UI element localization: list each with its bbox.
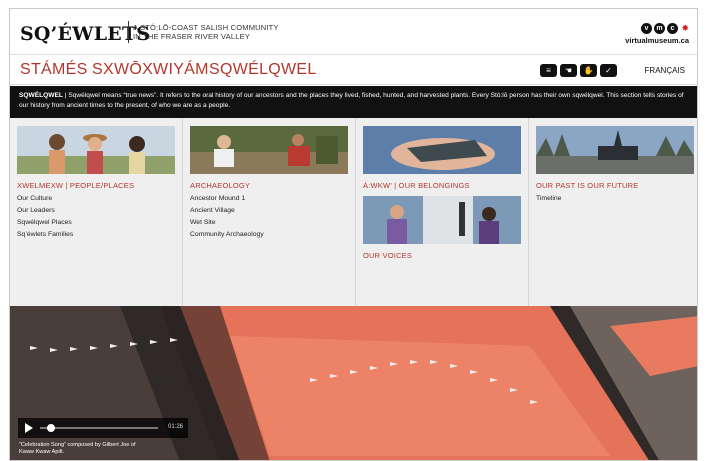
belongings-image[interactable]: [363, 126, 521, 174]
audio-player: 01:26: [18, 418, 188, 438]
site-header: SQ’ÉWLETS A STÓ:LŌ-COAST SALISH COMMUNIT…: [10, 9, 697, 55]
column-title[interactable]: ARCHAEOLOGY: [190, 181, 348, 190]
audio-caption-line-1: “Celebration Song” composed by Gilbert J…: [19, 442, 136, 448]
check-icon[interactable]: ✓: [600, 64, 617, 77]
column-link[interactable]: Community Archaeology: [190, 231, 348, 238]
audio-caption: “Celebration Song” composed by Gilbert J…: [19, 442, 136, 456]
hero-image: 01:26 “Celebration Song” composed by Gil…: [10, 306, 697, 460]
section-columns: XWELMEXW | PEOPLE/PLACES Our Culture Our…: [10, 118, 697, 306]
people-places-image[interactable]: [17, 126, 175, 174]
text-icon[interactable]: ≡: [540, 64, 557, 77]
nav-item-sqwelqwel[interactable]: SQWÉLQWEL: [209, 61, 317, 79]
future-image[interactable]: [536, 126, 694, 174]
audio-time: 01:26: [167, 424, 183, 430]
play-icon[interactable]: [25, 423, 33, 433]
main-nav: STÁMÉS SXWŌXWIYÁM SQWÉLQWEL ≡ ☚ ✋ ✓ FRAN…: [10, 55, 697, 85]
nav-item-stames[interactable]: STÁMÉS: [20, 61, 88, 79]
site-brand[interactable]: SQ’ÉWLETS: [20, 23, 150, 45]
intro-band: SQWÉLQWEL | Sqwélqwel means “true news”.…: [10, 86, 697, 118]
column-future: OUR PAST IS OUR FUTURE Timeline: [529, 118, 697, 306]
column-title[interactable]: Á:WKW’ | OUR BELONGINGS: [363, 181, 521, 190]
our-voices-image[interactable]: [363, 196, 521, 244]
page-frame: SQ’ÉWLETS A STÓ:LŌ-COAST SALISH COMMUNIT…: [9, 8, 698, 461]
column-link[interactable]: Wet Site: [190, 219, 348, 226]
nav-item-sxwoxwiyam[interactable]: SXWŌXWIYÁM: [92, 61, 209, 79]
column-link[interactable]: Sq’éwlets Families: [17, 231, 175, 238]
column-link[interactable]: Timeline: [536, 195, 694, 202]
column-people-places: XWELMEXW | PEOPLE/PLACES Our Culture Our…: [10, 118, 183, 306]
vm-logo-mark: v m c ✸: [625, 23, 689, 34]
hand-icon[interactable]: ✋: [580, 64, 597, 77]
column-link[interactable]: Sqwélqwel Places: [17, 219, 175, 226]
site-tagline: A STÓ:LŌ-COAST SALISH COMMUNITY IN THE F…: [133, 23, 279, 41]
vm-logo-dot-icon: c: [667, 23, 678, 34]
accessibility-tools: ≡ ☚ ✋ ✓: [540, 64, 617, 77]
vm-logo-text: virtualmuseum.ca: [625, 36, 689, 45]
hand-sign-icon[interactable]: ☚: [560, 64, 577, 77]
audio-progress-handle[interactable]: [47, 424, 56, 432]
audio-caption-line-2: Kwaw Kwaw Apilt.: [19, 449, 65, 455]
column-title[interactable]: OUR PAST IS OUR FUTURE: [536, 181, 694, 190]
column-belongings: Á:WKW’ | OUR BELONGINGS OUR VOICES: [356, 118, 529, 306]
brand-divider: [128, 21, 129, 43]
column-link[interactable]: Ancestor Mound 1: [190, 195, 348, 202]
archaeology-image[interactable]: [190, 126, 348, 174]
tagline-line-2: IN THE FRASER RIVER VALLEY: [133, 32, 251, 41]
vm-logo-dot-icon: v: [641, 23, 652, 34]
column-title[interactable]: XWELMEXW | PEOPLE/PLACES: [17, 181, 175, 190]
intro-text: | Sqwélqwel means “true news”. It refers…: [19, 92, 684, 109]
maple-leaf-icon: ✸: [681, 23, 689, 33]
column-link[interactable]: Our Leaders: [17, 207, 175, 214]
audio-progress-track[interactable]: [40, 427, 158, 429]
column-link[interactable]: Ancient Village: [190, 207, 348, 214]
column-archaeology: ARCHAEOLOGY Ancestor Mound 1 Ancient Vil…: [183, 118, 356, 306]
column-link[interactable]: Our Culture: [17, 195, 175, 202]
column-title-voices[interactable]: OUR VOICES: [363, 251, 521, 260]
vm-logo-dot-icon: m: [654, 23, 665, 34]
virtual-museum-logo[interactable]: v m c ✸ virtualmuseum.ca: [625, 23, 689, 45]
intro-term: SQWÉLQWEL: [19, 92, 63, 99]
tagline-line-1: A STÓ:LŌ-COAST SALISH COMMUNITY: [133, 23, 279, 32]
language-toggle[interactable]: FRANÇAIS: [645, 66, 685, 75]
